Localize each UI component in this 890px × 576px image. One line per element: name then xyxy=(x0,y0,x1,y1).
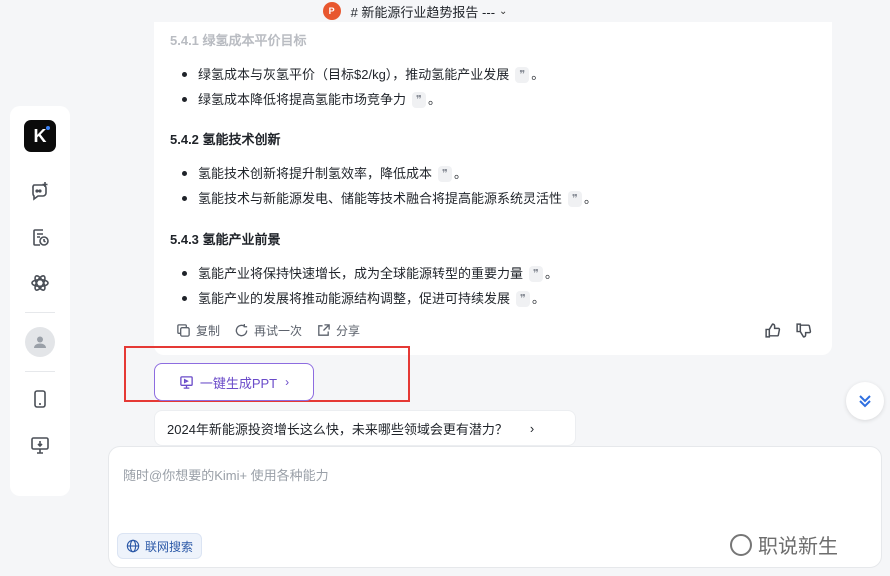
chevron-down-icon[interactable]: ⌄ xyxy=(499,6,507,17)
sidebar-divider xyxy=(25,371,55,372)
share-icon xyxy=(318,324,330,336)
list-item-text: 氢能技术创新将提升制氢效率，降低成本 xyxy=(198,166,433,181)
bullet-list-industry-outlook: 氢能产业将保持快速增长，成为全球能源转型的重要力量 ❞。 氢能产业的发展将推动能源… xyxy=(180,261,558,311)
explore-icon[interactable] xyxy=(25,268,55,298)
sidebar-divider xyxy=(25,312,55,313)
watermark: 职说新生 xyxy=(730,530,838,559)
list-item-period: 。 xyxy=(427,92,441,107)
scroll-to-bottom-button[interactable] xyxy=(846,382,884,420)
share-label: 分享 xyxy=(336,324,361,338)
list-item-text: 绿氢成本与灰氢平价（目标$2/kg），推动氢能产业发展 xyxy=(198,67,510,82)
list-item: 氢能产业的发展将推动能源结构调整，促进可持续发展 ❞。 xyxy=(180,286,558,311)
generate-ppt-label: 一键生成PPT xyxy=(199,375,278,391)
thumbs-up-icon[interactable] xyxy=(764,322,781,339)
bullet-list-green-hydrogen: 绿氢成本与灰氢平价（目标$2/kg），推动氢能产业发展 ❞。 绿氢成本降低将提高氢… xyxy=(180,62,544,112)
list-item: 氢能技术与新能源发电、储能等技术融合将提高能源系统灵活性 ❞。 xyxy=(180,186,597,211)
share-button[interactable]: 分享 xyxy=(316,322,360,339)
globe-icon xyxy=(126,539,140,553)
suggested-question[interactable]: 2024年新能源投资增长这么快，未来哪些领域会更有潜力？ › xyxy=(154,410,576,446)
list-item: 绿氢成本与灰氢平价（目标$2/kg），推动氢能产业发展 ❞。 xyxy=(180,62,544,87)
chevron-right-icon: › xyxy=(529,420,535,436)
suggested-question-text: 2024年新能源投资增长这么快，未来哪些领域会更有潜力？ xyxy=(167,421,508,437)
double-chevron-down-icon xyxy=(859,395,871,408)
avatar[interactable] xyxy=(25,327,55,357)
conversation-title[interactable]: # 新能源行业趋势报告 --- xyxy=(351,2,495,21)
list-item: 氢能产业将保持快速增长，成为全球能源转型的重要力量 ❞。 xyxy=(180,261,558,286)
history-icon[interactable] xyxy=(25,222,55,252)
generate-ppt-button[interactable]: 一键生成PPT › xyxy=(154,363,314,401)
web-search-label: 联网搜索 xyxy=(145,539,194,554)
copy-button[interactable]: 复制 xyxy=(176,322,220,339)
citation-icon[interactable]: ❞ xyxy=(515,67,530,83)
copy-icon xyxy=(177,324,190,337)
list-item-text: 氢能产业的发展将推动能源结构调整，促进可持续发展 xyxy=(198,291,511,306)
retry-label: 再试一次 xyxy=(254,324,303,338)
chat-input-placeholder[interactable]: 随时@你想要的Kimi+ 使用各种能力 xyxy=(123,465,329,484)
logo-letter: K xyxy=(33,125,47,146)
list-item-period: 。 xyxy=(531,67,545,82)
conversation-title-bar[interactable]: P # 新能源行业趋势报告 --- ⌄ xyxy=(0,0,890,22)
list-item-period: 。 xyxy=(583,191,597,206)
refresh-icon xyxy=(235,323,248,337)
list-item: 氢能技术创新将提升制氢效率，降低成本 ❞。 xyxy=(180,161,597,186)
ppt-file-icon: P xyxy=(322,2,341,20)
desktop-download-icon[interactable] xyxy=(25,430,55,460)
list-item-text: 氢能技术与新能源发电、储能等技术融合将提高能源系统灵活性 xyxy=(198,191,563,206)
watermark-text: 职说新生 xyxy=(758,536,838,558)
feedback-buttons xyxy=(750,322,812,339)
answer-actions: 复制 再试一次 分享 xyxy=(176,322,374,339)
mobile-app-icon[interactable] xyxy=(25,384,55,414)
kimi-logo[interactable]: K xyxy=(24,120,56,152)
section-heading-5-4-1: 5.4.1 绿氢成本平价目标 xyxy=(170,33,307,48)
citation-icon[interactable]: ❞ xyxy=(568,191,582,207)
list-item-period: 。 xyxy=(531,291,545,306)
section-heading-5-4-3: 5.4.3 氢能产业前景 xyxy=(170,232,281,247)
list-item: 绿氢成本降低将提高氢能市场竞争力 ❞。 xyxy=(180,87,544,112)
section-heading-5-4-2: 5.4.2 氢能技术创新 xyxy=(170,132,281,147)
citation-icon[interactable]: ❞ xyxy=(438,166,452,182)
citation-icon[interactable]: ❞ xyxy=(412,92,426,108)
retry-button[interactable]: 再试一次 xyxy=(234,322,302,339)
sidebar: K xyxy=(10,106,70,496)
chevron-right-icon: › xyxy=(285,375,290,389)
new-chat-icon[interactable] xyxy=(25,176,55,206)
list-item-text: 氢能产业将保持快速增长，成为全球能源转型的重要力量 xyxy=(198,266,524,281)
answer-card: 5.4.1 绿氢成本平价目标 绿氢成本与灰氢平价（目标$2/kg），推动氢能产业… xyxy=(154,22,832,355)
thumbs-down-icon[interactable] xyxy=(795,322,812,339)
list-item-text: 绿氢成本降低将提高氢能市场竞争力 xyxy=(198,92,407,107)
list-item-period: 。 xyxy=(453,166,467,181)
web-search-toggle[interactable]: 联网搜索 xyxy=(117,533,203,559)
bullet-list-tech-innovation: 氢能技术创新将提升制氢效率，降低成本 ❞。 氢能技术与新能源发电、储能等技术融合将… xyxy=(180,161,597,211)
citation-icon[interactable]: ❞ xyxy=(529,266,543,282)
presentation-icon xyxy=(180,375,193,389)
citation-icon[interactable]: ❞ xyxy=(516,291,530,307)
copy-label: 复制 xyxy=(196,324,221,338)
logo-dot xyxy=(46,126,50,130)
watermark-logo xyxy=(730,533,752,556)
list-item-period: 。 xyxy=(544,266,558,281)
